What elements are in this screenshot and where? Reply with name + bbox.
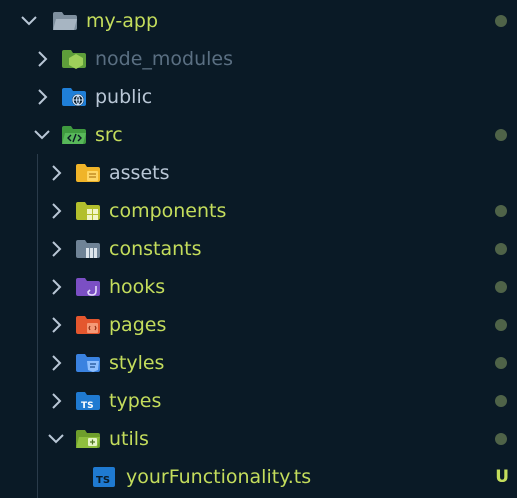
tree-item-utils[interactable]: utils — [0, 420, 517, 458]
chevron-down-icon[interactable] — [31, 124, 53, 146]
pages-folder-icon — [75, 314, 101, 336]
tree-item-src[interactable]: src — [0, 116, 517, 154]
modified-dot — [495, 281, 507, 293]
styles-folder-icon — [75, 352, 101, 374]
chevron-down-icon[interactable] — [18, 10, 40, 32]
tree-item-label: node_modules — [95, 48, 234, 70]
tree-item-pages[interactable]: pages — [0, 306, 517, 344]
chevron-right-icon[interactable] — [45, 238, 67, 260]
chevron-right-icon[interactable] — [45, 352, 67, 374]
globe-folder-icon — [61, 86, 87, 108]
tree-item-hooks[interactable]: hooks — [0, 268, 517, 306]
svg-text:TS: TS — [81, 401, 94, 411]
chevron-right-icon[interactable] — [45, 390, 67, 412]
tree-item-label: yourFunctionality.ts — [126, 466, 312, 488]
tree-item-node-modules[interactable]: node_modules — [0, 40, 517, 78]
hooks-folder-icon — [75, 276, 101, 298]
types-folder-icon: TS — [75, 390, 101, 412]
chevron-right-icon[interactable] — [45, 314, 67, 336]
chevron-right-icon[interactable] — [31, 86, 53, 108]
modified-dot — [495, 129, 507, 141]
chevron-right-icon[interactable] — [45, 276, 67, 298]
modified-dot — [495, 357, 507, 369]
tree-item-components[interactable]: components — [0, 192, 517, 230]
tree-item-label: hooks — [109, 276, 166, 298]
tree-item-label: utils — [109, 428, 149, 450]
modified-dot — [495, 395, 507, 407]
file-explorer-tree: my-app node_modules public src assets co… — [0, 0, 517, 498]
tree-item-your-functionality-ts[interactable]: TS yourFunctionality.ts U — [0, 458, 517, 496]
modified-dot — [495, 205, 507, 217]
tree-item-label: public — [95, 86, 153, 108]
chevron-right-icon[interactable] — [45, 200, 67, 222]
tree-item-public[interactable]: public — [0, 78, 517, 116]
chevron-right-icon[interactable] — [45, 162, 67, 184]
tree-item-styles[interactable]: styles — [0, 344, 517, 382]
node-folder-icon — [61, 48, 87, 70]
tree-item-constants[interactable]: constants — [0, 230, 517, 268]
tree-item-my-app[interactable]: my-app — [0, 2, 517, 40]
tree-item-label: components — [109, 200, 227, 222]
chevron-right-icon[interactable] — [31, 48, 53, 70]
modified-dot — [495, 15, 507, 27]
untracked-badge: U — [495, 467, 509, 487]
modified-dot — [495, 319, 507, 331]
tree-item-label: types — [109, 390, 162, 412]
code-folder-icon — [61, 124, 87, 146]
assets-folder-icon — [75, 162, 101, 184]
tree-item-label: assets — [109, 162, 170, 184]
tree-item-label: src — [95, 124, 123, 146]
tree-item-label: pages — [109, 314, 167, 336]
tree-item-label: constants — [109, 238, 202, 260]
modified-dot — [495, 433, 507, 445]
components-folder-icon — [75, 200, 101, 222]
utils-folder-icon — [75, 428, 101, 450]
tree-item-label: my-app — [86, 10, 159, 32]
tree-item-assets[interactable]: assets — [0, 154, 517, 192]
folder-open-icon — [52, 10, 78, 32]
typescript-file-icon: TS — [92, 466, 118, 488]
constants-folder-icon — [75, 238, 101, 260]
modified-dot — [495, 243, 507, 255]
tree-item-label: styles — [109, 352, 165, 374]
tree-item-types[interactable]: TS types — [0, 382, 517, 420]
chevron-down-icon[interactable] — [45, 428, 67, 450]
svg-text:TS: TS — [96, 475, 110, 486]
